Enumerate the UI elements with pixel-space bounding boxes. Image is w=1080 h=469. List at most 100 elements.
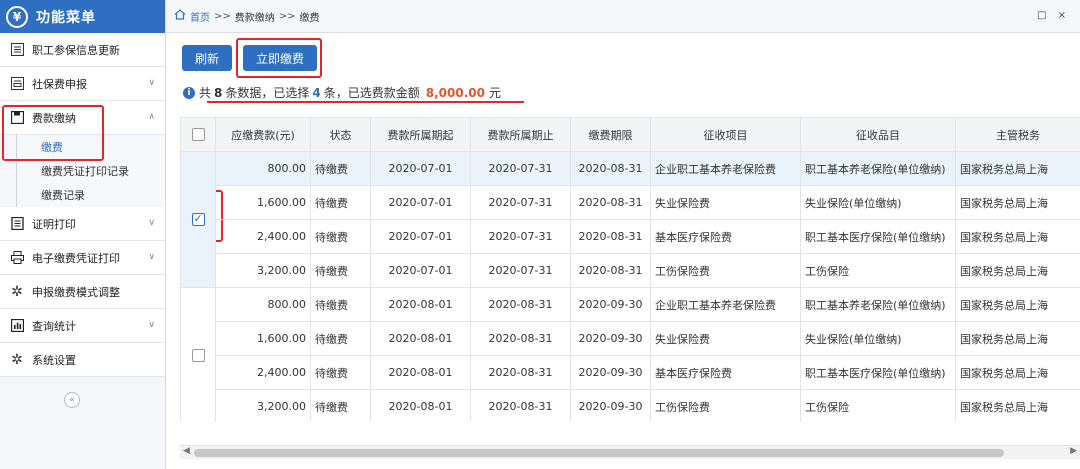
table-row[interactable]: 2,400.00 待缴费 2020-08-01 2020-08-31 2020-… <box>181 355 1080 390</box>
sidebar-item-payment[interactable]: 费款缴纳 ∧ <box>0 101 165 135</box>
cell-tax-office: 国家税务总局上海 <box>955 287 1080 322</box>
table-row[interactable]: 3,200.00 待缴费 2020-08-01 2020-08-31 2020-… <box>181 389 1080 421</box>
cell-status: 待缴费 <box>310 151 371 186</box>
cell-status: 待缴费 <box>310 355 371 390</box>
cell-amount: 3,200.00 <box>215 253 311 288</box>
highlight-underline-summary <box>207 101 524 103</box>
group-checkbox-unchecked[interactable] <box>191 349 205 363</box>
cell-period-end: 2020-08-31 <box>470 355 571 390</box>
cell-tax-office: 国家税务总局上海 <box>955 151 1080 186</box>
table-header-row: 应缴费款(元) 状态 费款所属期起 费款所属期止 缴费期限 征收项目 征收品目 … <box>180 117 1080 152</box>
cell-period-end: 2020-08-31 <box>470 321 571 356</box>
summary-prefix: 共 <box>199 86 212 100</box>
payment-table: 应缴费款(元) 状态 费款所属期起 费款所属期止 缴费期限 征收项目 征收品目 … <box>180 117 1080 421</box>
cell-period-start: 2020-08-01 <box>370 321 471 356</box>
table-row[interactable]: 800.00 待缴费 2020-08-01 2020-08-31 2020-09… <box>180 287 1080 421</box>
horizontal-scrollbar[interactable]: ◀ ▶ <box>180 445 1080 459</box>
summary-text-2: 条，已选费款金额 <box>323 86 420 100</box>
cell-period-start: 2020-07-01 <box>370 151 471 186</box>
cell-period-start: 2020-07-01 <box>370 253 471 288</box>
cell-tax-office: 国家税务总局上海 <box>955 185 1080 220</box>
chevron-down-icon: ∨ <box>148 78 155 88</box>
cell-period-start: 2020-08-01 <box>370 389 471 421</box>
cell-item: 企业职工基本养老保险费 <box>650 151 801 186</box>
cell-deadline: 2020-08-31 <box>570 151 651 186</box>
sidebar-item-info-update[interactable]: 职工参保信息更新 <box>0 33 165 67</box>
pay-now-button[interactable]: 立即缴费 <box>243 45 317 71</box>
cell-amount: 800.00 <box>215 287 311 322</box>
submenu-item-pay[interactable]: 缴费 <box>17 135 165 159</box>
sidebar-item-certificate-print[interactable]: 证明打印 ∨ <box>0 207 165 241</box>
cell-status: 待缴费 <box>310 185 371 220</box>
group-checkbox-cell[interactable] <box>180 151 216 288</box>
cell-subitem: 职工基本养老保险(单位缴纳) <box>800 287 956 322</box>
cell-subitem: 失业保险(单位缴纳) <box>800 321 956 356</box>
submenu-item-payment-records[interactable]: 缴费记录 <box>17 183 165 207</box>
cell-item: 失业保险费 <box>650 185 801 220</box>
scroll-right-icon[interactable]: ▶ <box>1070 446 1077 456</box>
home-icon[interactable] <box>174 9 186 23</box>
chevron-up-icon: ∧ <box>148 112 155 122</box>
scrollbar-thumb[interactable] <box>194 449 1004 457</box>
table-row[interactable]: 1,600.00 待缴费 2020-08-01 2020-08-31 2020-… <box>181 321 1080 356</box>
table-row[interactable]: 3,200.00 待缴费 2020-07-01 2020-07-31 2020-… <box>181 253 1080 288</box>
column-header: 费款所属期止 <box>470 117 571 152</box>
table-row[interactable]: 800.00 待缴费 2020-07-01 2020-07-31 2020-08… <box>180 151 1080 288</box>
table-row[interactable]: 1,600.00 待缴费 2020-07-01 2020-07-31 2020-… <box>181 185 1080 220</box>
chart-icon <box>10 319 24 333</box>
doc-icon <box>10 217 24 231</box>
sidebar-item-mode-adjust[interactable]: ✲ 申报缴费模式调整 <box>0 275 165 309</box>
cell-status: 待缴费 <box>310 287 371 322</box>
sidebar-item-label: 系统设置 <box>32 353 76 367</box>
breadcrumb-level1: 费款缴纳 <box>234 12 275 24</box>
gear-icon: ✲ <box>11 283 23 300</box>
column-header: 缴费期限 <box>570 117 651 152</box>
cell-amount: 1,600.00 <box>215 185 311 220</box>
column-header: 状态 <box>310 117 371 152</box>
cell-deadline: 2020-09-30 <box>570 287 651 322</box>
select-all-cell[interactable] <box>180 117 216 152</box>
cell-amount: 800.00 <box>215 151 311 186</box>
cell-period-end: 2020-07-31 <box>470 219 571 254</box>
cell-item: 企业职工基本养老保险费 <box>650 287 801 322</box>
refresh-button[interactable]: 刷新 <box>182 45 232 71</box>
sidebar-item-system-settings[interactable]: ✲ 系统设置 <box>0 343 165 377</box>
group-checkbox-checked[interactable] <box>191 212 205 227</box>
cell-deadline: 2020-09-30 <box>570 321 651 356</box>
cell-item: 基本医疗保险费 <box>650 219 801 254</box>
sidebar-item-e-voucher-print[interactable]: 电子缴费凭证打印 ∨ <box>0 241 165 275</box>
summary-total-count: 8 <box>214 85 223 100</box>
sidebar-item-declare[interactable]: 社保费申报 ∨ <box>0 67 165 101</box>
window-controls[interactable]: □ × <box>1037 10 1070 21</box>
breadcrumb-home-link[interactable]: 首页 <box>190 9 210 24</box>
cell-tax-office: 国家税务总局上海 <box>955 355 1080 390</box>
printer-icon <box>10 251 24 265</box>
cell-period-end: 2020-07-31 <box>470 253 571 288</box>
cell-amount: 2,400.00 <box>215 355 311 390</box>
cell-tax-office: 国家税务总局上海 <box>955 253 1080 288</box>
cell-period-end: 2020-08-31 <box>470 389 571 421</box>
submenu-item-voucher-print-records[interactable]: 缴费凭证打印记录 <box>17 159 165 183</box>
cell-period-start: 2020-08-01 <box>370 355 471 390</box>
sidebar-item-label: 职工参保信息更新 <box>32 43 120 57</box>
breadcrumb-separator: >> <box>214 10 231 22</box>
cell-item: 失业保险费 <box>650 321 801 356</box>
summary-selected-count: 4 <box>312 85 321 100</box>
list-icon <box>10 43 24 57</box>
select-all-checkbox[interactable] <box>191 128 205 142</box>
cell-subitem: 职工基本医疗保险(单位缴纳) <box>800 219 956 254</box>
sidebar-item-query-stats[interactable]: 查询统计 ∨ <box>0 309 165 343</box>
sidebar-item-label: 电子缴费凭证打印 <box>32 251 120 265</box>
scroll-left-icon[interactable]: ◀ <box>183 446 190 456</box>
collapse-sidebar-button[interactable]: « <box>64 392 80 408</box>
column-header: 征收品目 <box>800 117 956 152</box>
cell-status: 待缴费 <box>310 389 371 421</box>
cell-period-start: 2020-07-01 <box>370 185 471 220</box>
sidebar-item-label: 查询统计 <box>32 319 76 333</box>
cell-status: 待缴费 <box>310 253 371 288</box>
summary-unit: 元 <box>488 86 501 100</box>
table-row[interactable]: 2,400.00 待缴费 2020-07-01 2020-07-31 2020-… <box>181 219 1080 254</box>
group-checkbox-cell[interactable] <box>180 287 216 421</box>
save-icon <box>10 111 24 125</box>
chevron-down-icon: ∨ <box>148 252 155 262</box>
